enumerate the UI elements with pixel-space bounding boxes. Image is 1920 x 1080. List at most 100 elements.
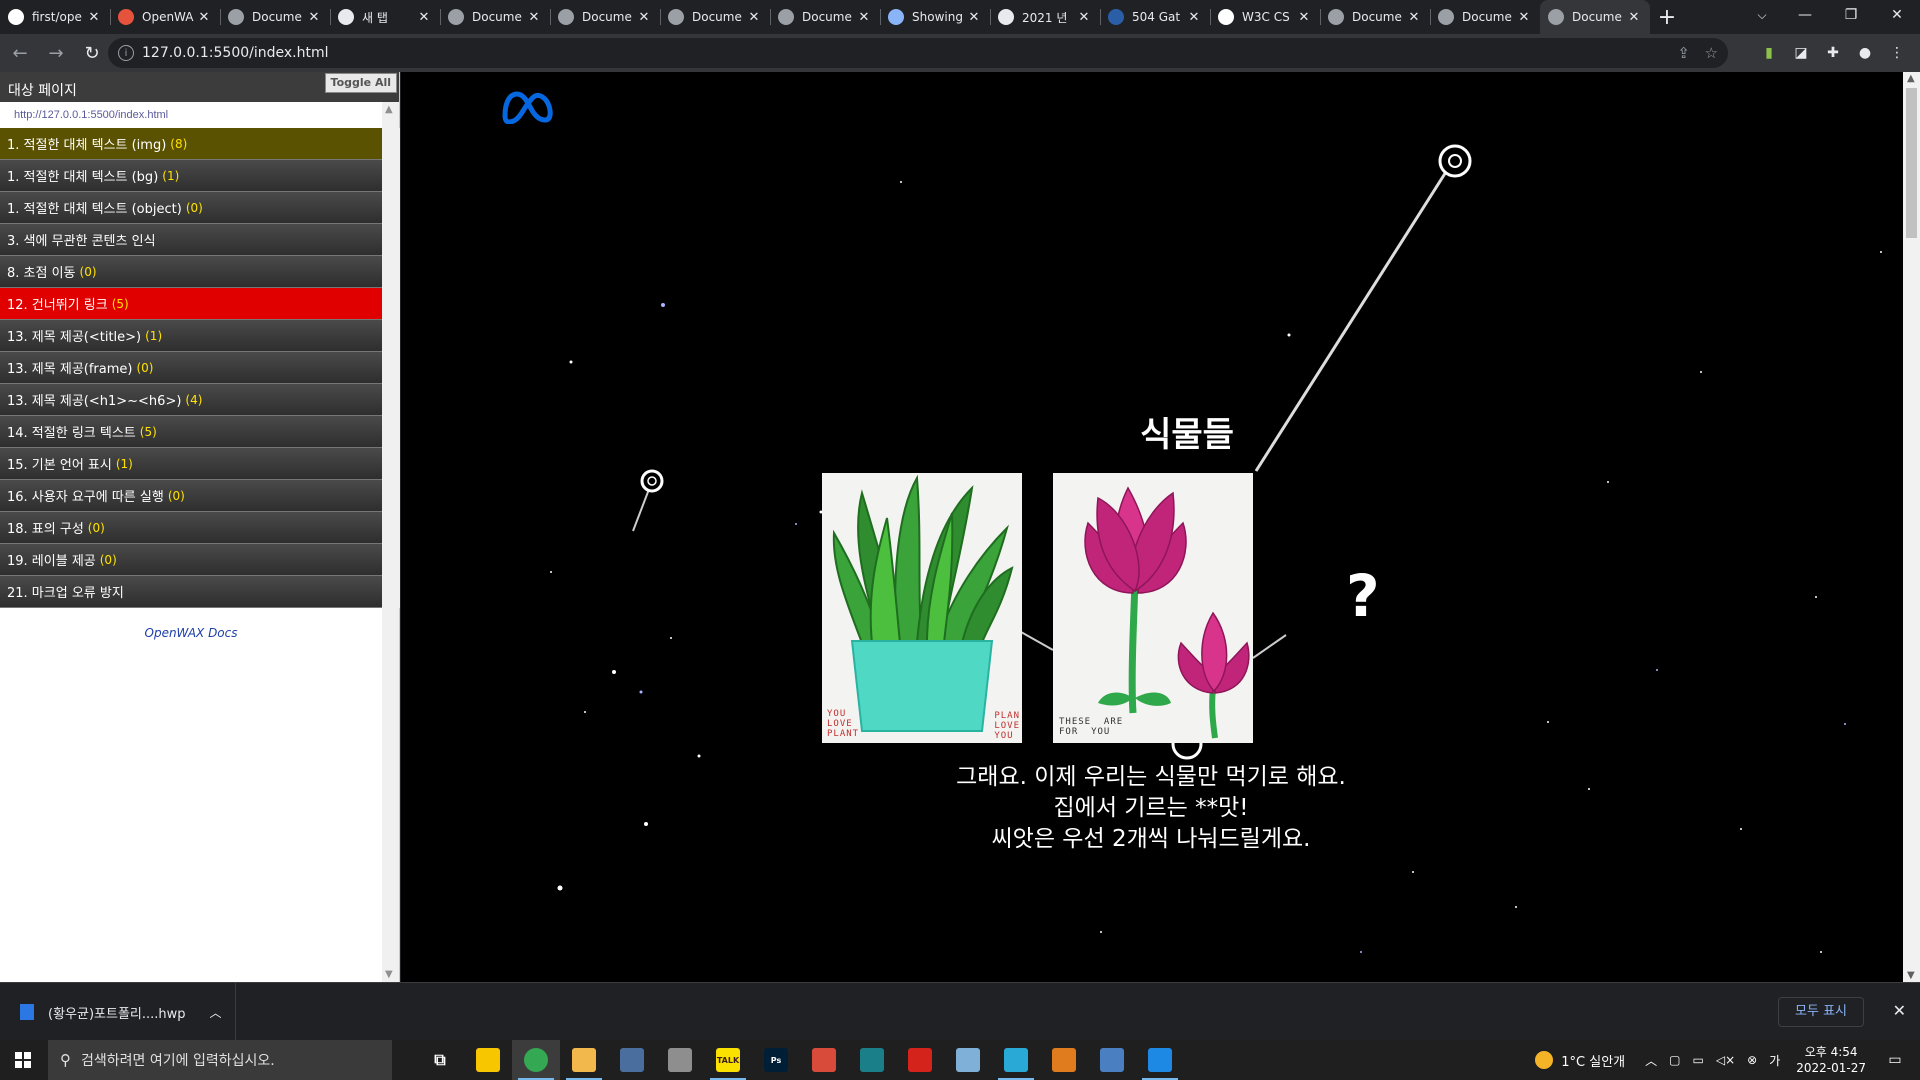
tab-title[interactable]: Docume <box>472 10 526 24</box>
mail-taskbar-button[interactable] <box>656 1040 704 1080</box>
tab-2[interactable]: Docume ✕ <box>220 0 330 34</box>
address-url[interactable]: 127.0.0.1:5500/index.html <box>142 45 329 61</box>
check-item[interactable]: 21. 마크업 오류 방지 <box>0 576 400 608</box>
scissors-taskbar-button[interactable] <box>800 1040 848 1080</box>
check-item-label[interactable]: 8. 초점 이동 <box>7 262 76 281</box>
tab-close-icon[interactable]: ✕ <box>196 10 212 25</box>
check-item-label[interactable]: 14. 적절한 링크 텍스트 <box>7 422 136 441</box>
check-item[interactable]: 1. 적절한 대체 텍스트 (object) (0) <box>0 192 400 224</box>
tab-7[interactable]: Docume ✕ <box>770 0 880 34</box>
tab-title[interactable]: Docume <box>692 10 746 24</box>
check-item[interactable]: 12. 건너뛰기 링크 (5) <box>0 288 400 320</box>
check-item[interactable]: 13. 제목 제공(<title>) (1) <box>0 320 400 352</box>
tab-close-icon[interactable]: ✕ <box>1626 10 1642 25</box>
question-mark-icon[interactable]: ? <box>1346 562 1380 630</box>
profile-icon[interactable]: ● <box>1854 42 1876 64</box>
openwax-docs-link[interactable]: OpenWAX Docs <box>0 626 399 640</box>
forward-icon[interactable]: → <box>40 37 72 69</box>
node-circle-top[interactable] <box>1438 144 1472 178</box>
tab-close-icon[interactable]: ✕ <box>746 10 762 25</box>
check-item-label[interactable]: 3. 색에 무관한 콘텐츠 인식 <box>7 230 156 249</box>
tab-close-icon[interactable]: ✕ <box>306 10 322 25</box>
app-orange-taskbar-button[interactable] <box>1040 1040 1088 1080</box>
file-explorer-taskbar-button[interactable] <box>560 1040 608 1080</box>
tab-close-icon[interactable]: ✕ <box>1406 10 1422 25</box>
calculator-taskbar-button[interactable] <box>608 1040 656 1080</box>
show-all-downloads-button[interactable]: 모두 표시 <box>1778 997 1864 1027</box>
tab-close-icon[interactable]: ✕ <box>526 10 542 25</box>
chrome-taskbar-button[interactable] <box>512 1040 560 1080</box>
tab-4[interactable]: Docume ✕ <box>440 0 550 34</box>
tab-title[interactable]: first/ope <box>32 10 86 24</box>
check-item[interactable]: 19. 레이블 제공 (0) <box>0 544 400 576</box>
vscode-taskbar-button[interactable] <box>1136 1040 1184 1080</box>
volume-muted-icon[interactable]: ◁× <box>1716 1053 1735 1067</box>
back-icon[interactable]: ← <box>4 37 36 69</box>
tab-1[interactable]: OpenWA ✕ <box>110 0 220 34</box>
check-item[interactable]: 13. 제목 제공(<h1>~<h6>) (4) <box>0 384 400 416</box>
check-item-label[interactable]: 18. 표의 구성 <box>7 518 84 537</box>
tab-title[interactable]: Docume <box>802 10 856 24</box>
tab-13[interactable]: Docume ✕ <box>1430 0 1540 34</box>
network-icon[interactable]: ▭ <box>1693 1053 1704 1067</box>
tab-title[interactable]: 504 Gat <box>1132 10 1186 24</box>
meet-now-icon[interactable]: ▢ <box>1669 1053 1680 1067</box>
check-item[interactable]: 16. 사용자 요구에 따른 실행 (0) <box>0 480 400 512</box>
tab-title[interactable]: Docume <box>1462 10 1516 24</box>
page-scrollbar[interactable]: ▲ ▼ <box>1903 72 1920 982</box>
tray-chevron-icon[interactable]: ︿ <box>1645 1052 1657 1069</box>
tab-close-icon[interactable]: ✕ <box>1186 10 1202 25</box>
check-item-label[interactable]: 13. 제목 제공(<h1>~<h6>) <box>7 390 181 409</box>
tab-title[interactable]: Docume <box>582 10 636 24</box>
tab-10[interactable]: 504 Gat ✕ <box>1100 0 1210 34</box>
plant-card-flowers[interactable]: THESE ARE FOR YOU <box>1053 473 1253 743</box>
tab-close-icon[interactable]: ✕ <box>1076 10 1092 25</box>
check-item[interactable]: 1. 적절한 대체 텍스트 (img) (8) <box>0 128 400 160</box>
node-circle-left[interactable] <box>640 469 664 493</box>
tab-title[interactable]: Docume <box>1572 10 1626 24</box>
photoshop-taskbar-button[interactable]: Ps <box>752 1040 800 1080</box>
tab-close-icon[interactable]: ✕ <box>86 10 102 25</box>
scroll-down-icon[interactable]: ▼ <box>385 969 393 980</box>
tab-14[interactable]: Docume ✕ <box>1540 0 1650 34</box>
page-scroll-up-icon[interactable]: ▲ <box>1907 73 1915 84</box>
check-item[interactable]: 18. 표의 구성 (0) <box>0 512 400 544</box>
chevron-up-icon[interactable]: ︿ <box>210 1004 222 1021</box>
check-item-label[interactable]: 12. 건너뛰기 링크 <box>7 294 108 313</box>
tab-close-icon[interactable]: ✕ <box>416 10 432 25</box>
tab-3[interactable]: 새 탭 ✕ <box>330 0 440 34</box>
tab-title[interactable]: Showing <box>912 10 966 24</box>
openwax-extension-icon[interactable]: ◪ <box>1790 42 1812 64</box>
app-teal-taskbar-button[interactable] <box>848 1040 896 1080</box>
tab-close-icon[interactable]: ✕ <box>636 10 652 25</box>
download-file-name[interactable]: (황우균)포트폴리....hwp <box>48 1003 186 1022</box>
panel-scrollbar[interactable]: ▲ ▼ <box>382 102 399 982</box>
tab-title[interactable]: Docume <box>252 10 306 24</box>
start-button[interactable] <box>0 1040 46 1080</box>
acrobat-taskbar-button[interactable] <box>896 1040 944 1080</box>
tray-app-icon[interactable]: ⊗ <box>1747 1053 1757 1067</box>
tab-close-icon[interactable]: ✕ <box>856 10 872 25</box>
reload-icon[interactable]: ↻ <box>76 37 108 69</box>
check-item-label[interactable]: 1. 적절한 대체 텍스트 (bg) <box>7 166 158 185</box>
tab-close-icon[interactable]: ✕ <box>1516 10 1532 25</box>
weather-widget[interactable]: 1°C 실안개 <box>1535 1051 1625 1070</box>
check-item[interactable]: 3. 색에 무관한 콘텐츠 인식 <box>0 224 400 256</box>
restore-icon[interactable]: ❐ <box>1828 0 1874 30</box>
kakaotalk-taskbar-button[interactable]: TALK <box>704 1040 752 1080</box>
minimize-icon[interactable]: — <box>1782 0 1828 30</box>
plant-card-grass[interactable]: YOU LOVE PLANT PLAN LOVE YOU <box>822 473 1022 743</box>
tab-12[interactable]: Docume ✕ <box>1320 0 1430 34</box>
puzzle-icon[interactable]: ✚ <box>1822 42 1844 64</box>
page-scroll-down-icon[interactable]: ▼ <box>1907 970 1915 981</box>
download-item[interactable]: (황우균)포트폴리....hwp ︿ <box>0 983 236 1041</box>
check-item-label[interactable]: 15. 기본 언어 표시 <box>7 454 112 473</box>
toggle-all-button[interactable]: Toggle All <box>324 73 397 93</box>
tab-5[interactable]: Docume ✕ <box>550 0 660 34</box>
notification-icon[interactable]: ▭ <box>1880 1052 1910 1068</box>
tab-11[interactable]: W3C CS ✕ <box>1210 0 1320 34</box>
taskbar-search[interactable]: ⚲ 검색하려면 여기에 입력하십시오. <box>48 1040 392 1080</box>
check-item[interactable]: 8. 초점 이동 (0) <box>0 256 400 288</box>
notepad-taskbar-button[interactable] <box>944 1040 992 1080</box>
tab-title[interactable]: 2021 년 <box>1022 9 1076 26</box>
